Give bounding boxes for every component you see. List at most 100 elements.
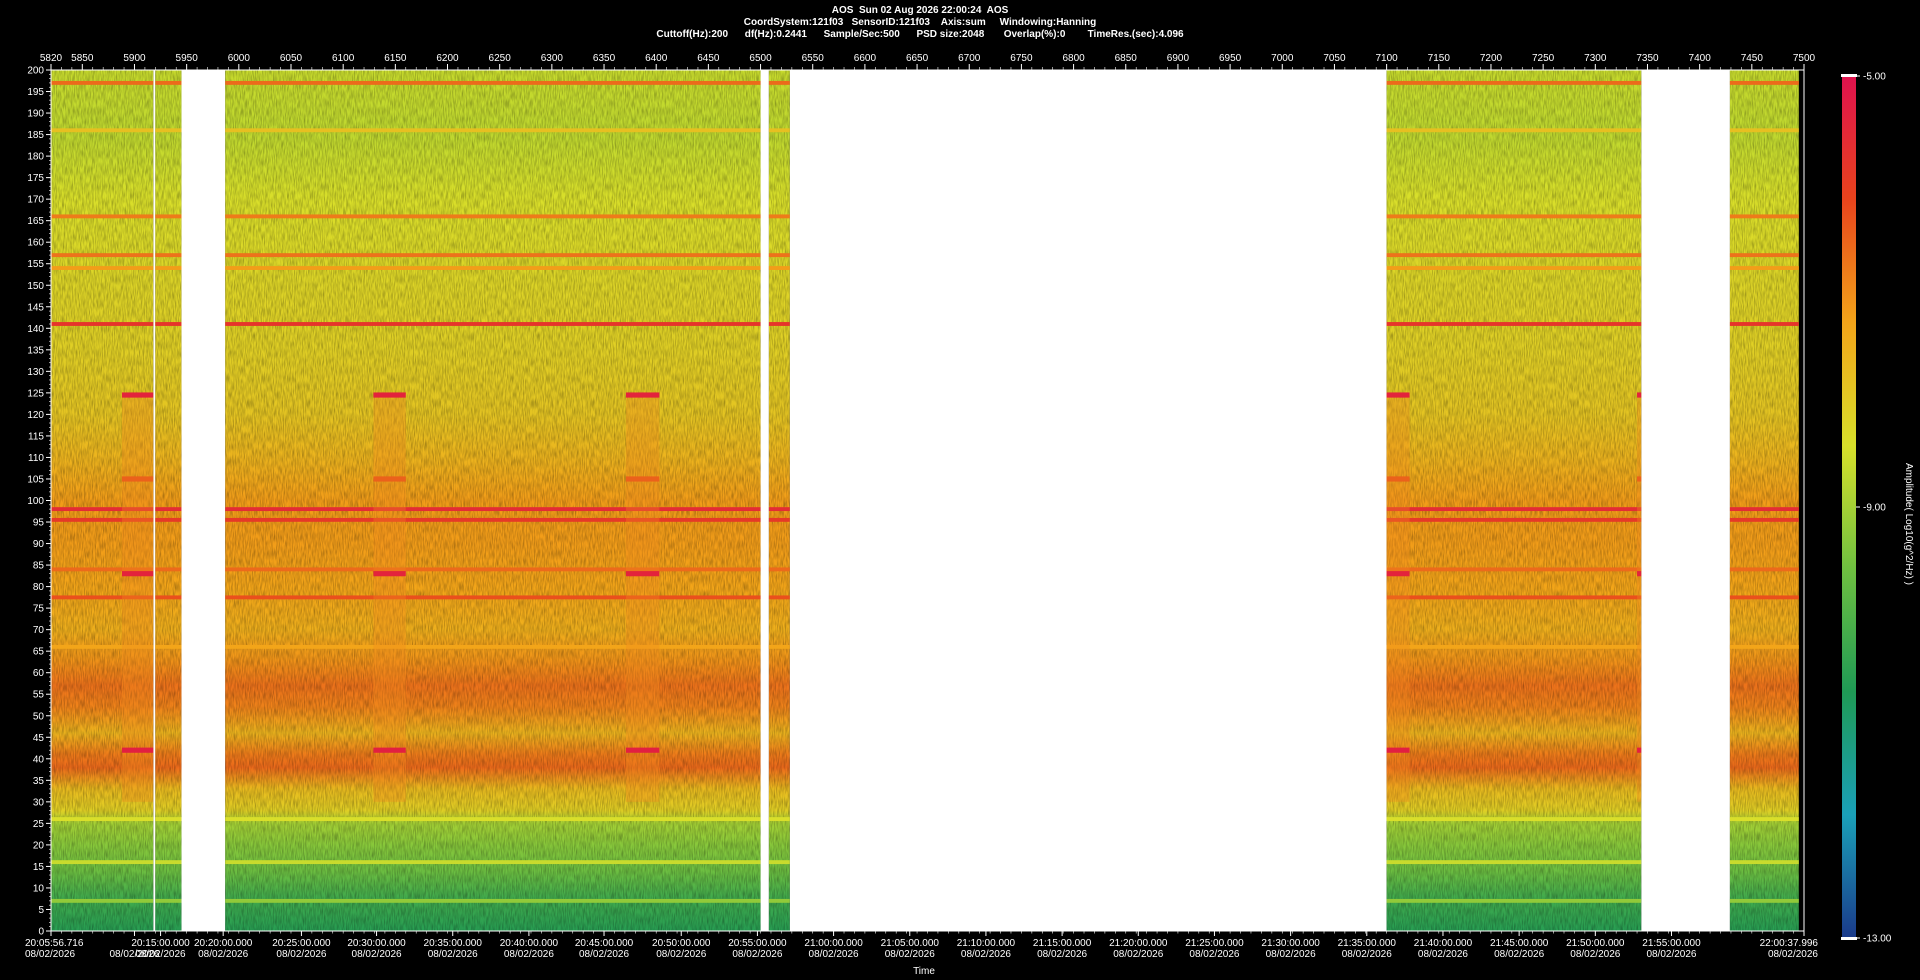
burst-region (121, 392, 154, 802)
burst-line (1386, 392, 1410, 398)
top-tick-label: 6950 (1219, 53, 1242, 64)
burst-line (373, 392, 406, 398)
spectral-line (1729, 644, 1799, 649)
burst-line (625, 747, 660, 753)
spectrogram-chart: 0 5 10 15 20 25 30 35 40 45 50 55 60 65 70 75 80 85 90 95 10… (25, 53, 1914, 977)
burst-line (373, 747, 406, 753)
x-tick-label: 21:30:00.000 (1261, 938, 1320, 949)
spectral-line (1729, 595, 1799, 600)
top-tick-label: 7350 (1636, 53, 1659, 64)
top-tick-label: 6000 (228, 53, 251, 64)
data-segment (155, 70, 182, 931)
y-tick-label: 15 (33, 862, 45, 873)
top-tick-label: 6750 (1010, 53, 1033, 64)
data-gap (789, 70, 1387, 931)
x-tick-label: 21:10:00.000 (957, 938, 1016, 949)
x-tick-date: 08/02/2026 (504, 949, 554, 960)
x-tick-date: 08/02/2026 (579, 949, 629, 960)
top-tick-label: 6800 (1062, 53, 1085, 64)
spectral-line (51, 860, 154, 865)
spectral-line (1386, 80, 1642, 85)
spectral-line (1386, 266, 1642, 270)
spectral-line (1386, 128, 1642, 133)
x-tick-date: 08/02/2026 (25, 949, 75, 960)
top-tick-label: 7450 (1741, 53, 1764, 64)
y-tick-label: 165 (27, 216, 44, 227)
x-tick-date: 08/02/2026 (1418, 949, 1468, 960)
data-gap (1641, 70, 1730, 931)
top-tick-label: 6850 (1115, 53, 1138, 64)
y-tick-label: 50 (33, 711, 45, 722)
top-tick-label: 7100 (1375, 53, 1398, 64)
top-tick-label: 5900 (123, 53, 146, 64)
spectral-line (768, 595, 790, 600)
y-tick-label: 115 (28, 431, 44, 442)
spectral-line (768, 322, 790, 326)
y-tick-label: 0 (38, 927, 44, 938)
colorbar-bottom-cap (1841, 937, 1857, 940)
burst-line (1637, 392, 1642, 398)
colorbar (1842, 76, 1856, 938)
spectrum-noise (225, 70, 761, 931)
x-tick-label: 20:45:00.000 (575, 938, 634, 949)
burst-line (1637, 476, 1642, 482)
spectral-line (768, 507, 790, 512)
top-tick-label: 6150 (384, 53, 407, 64)
spectral-line (1729, 253, 1799, 258)
spectral-line (225, 817, 761, 822)
spectral-line (225, 567, 761, 572)
burst-line (1386, 747, 1410, 753)
burst-line (1386, 476, 1410, 482)
x-tick-date: 08/02/2026 (732, 949, 782, 960)
y-tick-label: 25 (33, 819, 45, 830)
x-tick-label: 21:15:00.000 (1033, 938, 1092, 949)
spectral-line (51, 128, 154, 133)
spectral-line (1386, 817, 1642, 822)
data-gap (153, 70, 156, 931)
y-tick-label: 30 (33, 797, 45, 808)
spectral-line (225, 644, 761, 649)
spectral-line (768, 253, 790, 258)
y-tick-label: 80 (33, 582, 45, 593)
burst-event (121, 392, 154, 802)
top-tick-label: 7250 (1532, 53, 1555, 64)
y-tick-label: 5 (38, 905, 44, 916)
x-tick-label: 20:25:00.000 (272, 938, 331, 949)
x-tick-date: 08/02/2026 (961, 949, 1011, 960)
spectral-line (1386, 860, 1642, 865)
y-tick-label: 185 (27, 130, 44, 141)
spectral-line (225, 517, 761, 522)
spectral-line (768, 860, 790, 865)
spectral-line (155, 253, 182, 258)
top-tick-label: 6550 (802, 53, 825, 64)
y-tick-label: 200 (27, 66, 44, 77)
top-tick-label: 7150 (1428, 53, 1451, 64)
spectral-line (1729, 860, 1799, 865)
spectral-line (768, 817, 790, 822)
spectrum-noise (768, 70, 790, 931)
y-tick-label: 55 (33, 690, 45, 701)
x-tick-label: 21:55:00.000 (1642, 938, 1701, 949)
y-tick-label: 65 (33, 647, 45, 658)
burst-line (121, 392, 154, 398)
colorbar-label: Amplitude( Log10(g^2/Hz) ) (1903, 463, 1914, 585)
spectral-line (155, 567, 182, 572)
x-tick-date: 08/02/2026 (1037, 949, 1087, 960)
y-tick-label: 45 (33, 733, 45, 744)
spectral-line (1386, 898, 1642, 903)
y-tick-label: 190 (27, 109, 44, 120)
spectral-line (51, 253, 154, 258)
x-tick-label: 20:35:00.000 (424, 938, 483, 949)
x-tick-date: 08/02/2026 (809, 949, 859, 960)
y-tick-label: 110 (28, 453, 44, 464)
spectral-line (155, 860, 182, 865)
x-tick-date: 08/02/2026 (352, 949, 402, 960)
data-segment (1729, 70, 1799, 931)
spectrum-noise (155, 70, 182, 931)
burst-event (625, 392, 660, 802)
spectral-line (155, 128, 182, 133)
x-tick-label: 20:20:00.000 (194, 938, 253, 949)
top-tick-label: 6600 (854, 53, 877, 64)
top-tick-label: 6400 (645, 53, 668, 64)
top-tick-label: 6450 (697, 53, 720, 64)
